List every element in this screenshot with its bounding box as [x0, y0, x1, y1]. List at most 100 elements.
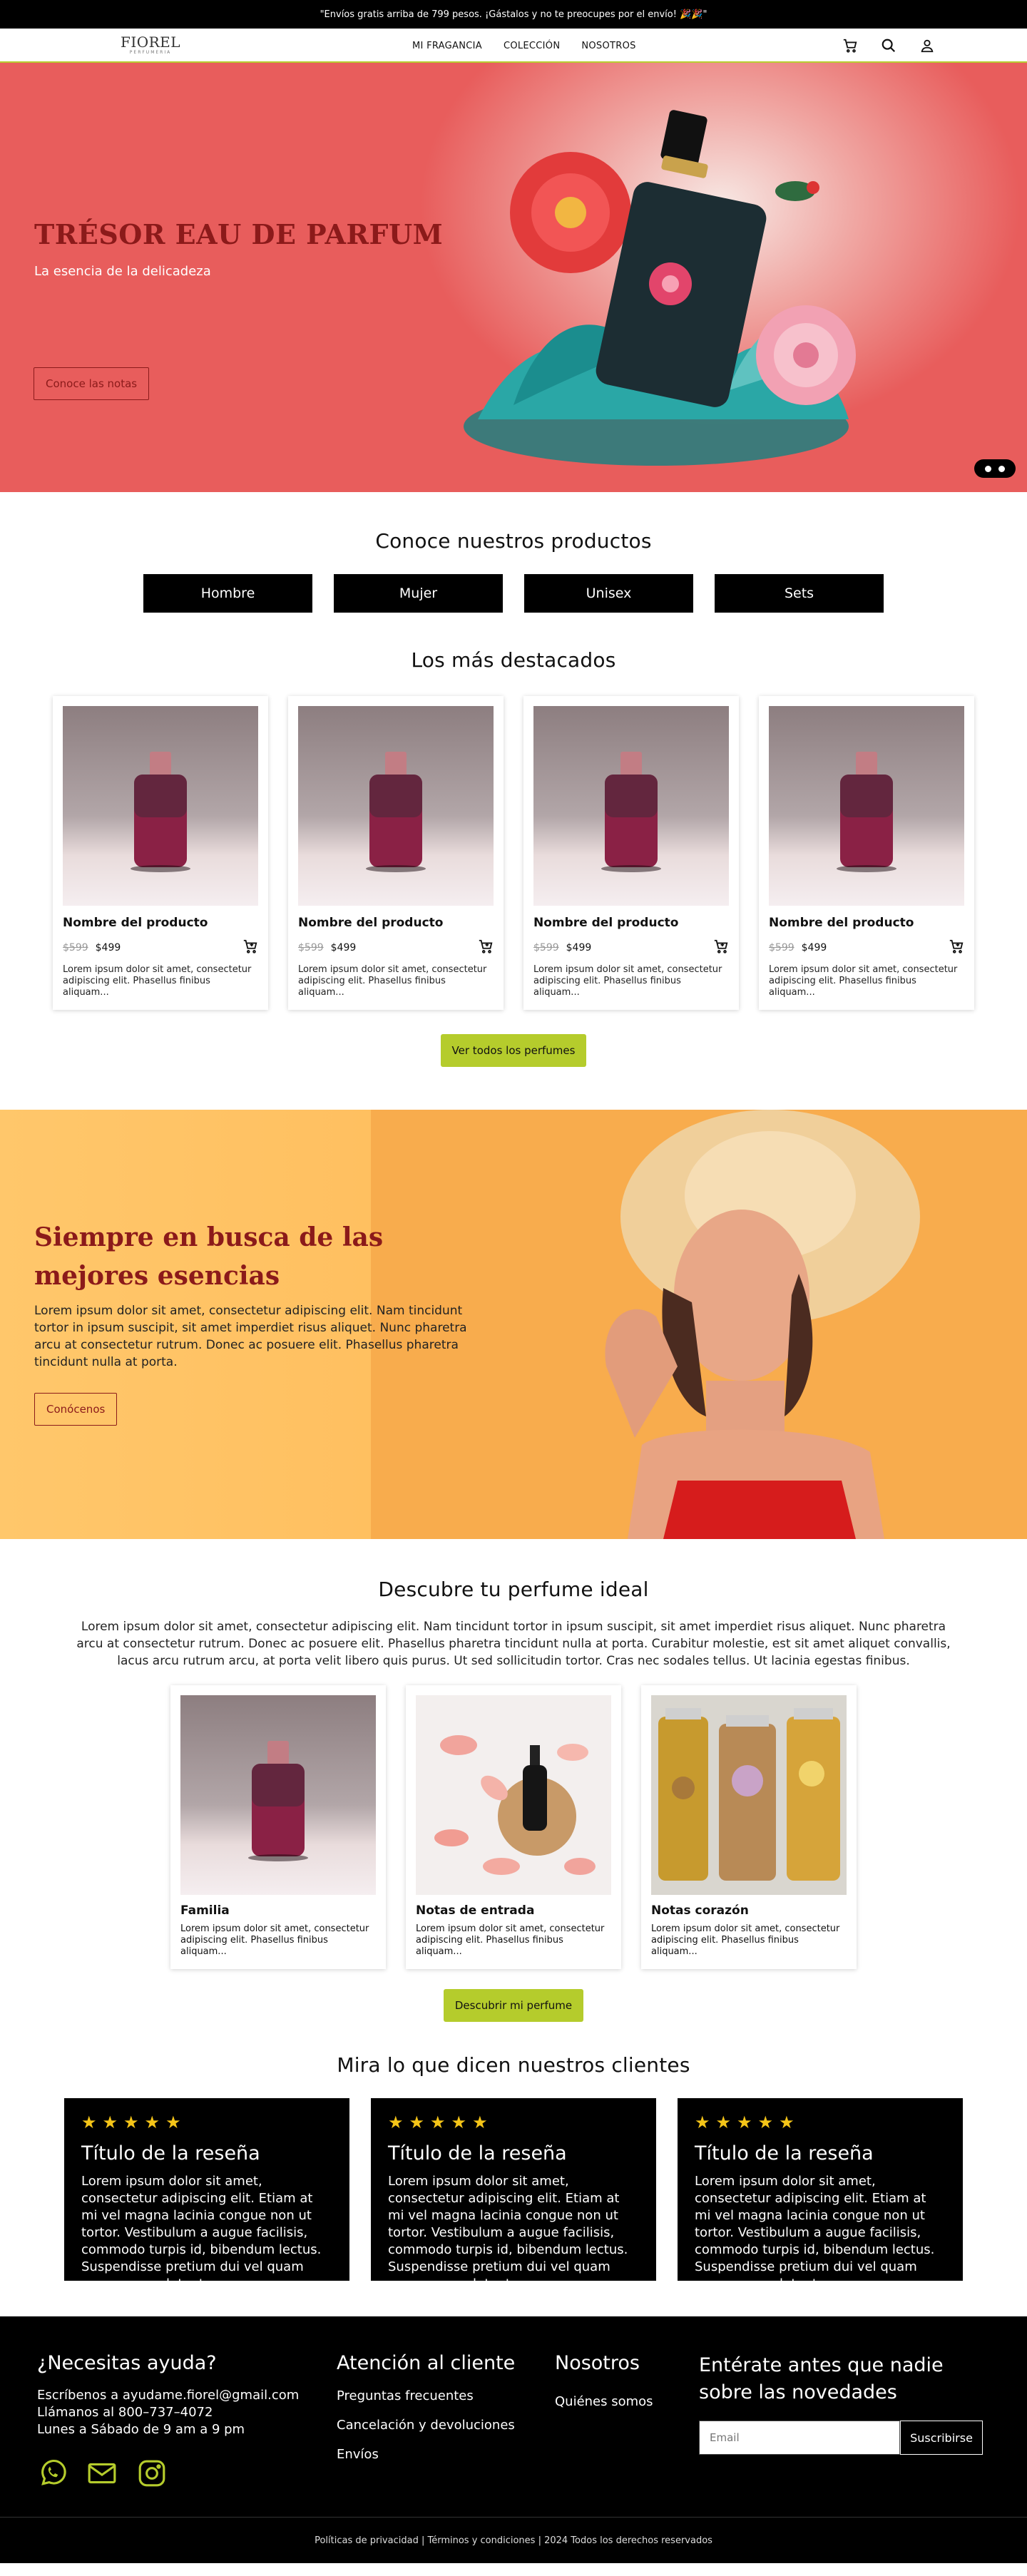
whatsapp-icon[interactable] — [37, 2458, 67, 2491]
product-name[interactable]: Nombre del producto — [769, 916, 964, 930]
promo-text: Lorem ipsum dolor sit amet, consectetur … — [34, 1304, 467, 1369]
brand-sub: PERFUMERIA — [129, 50, 172, 55]
review-card: ★★★★★ Título de la reseña Lorem ipsum do… — [678, 2098, 963, 2291]
category-unisex-button[interactable]: Unisex — [524, 574, 693, 613]
site-footer: ¿Necesitas ayuda? Escríbenos a ayudame.f… — [0, 2316, 1027, 2563]
price: $499 — [566, 942, 592, 954]
hero-tagline: La esencia de la delicadeza — [34, 264, 211, 279]
perfume-bottle-image — [63, 706, 258, 906]
newsletter-title: Entérate antes que nadie sobre las noved… — [699, 2354, 944, 2403]
category-hombre-button[interactable]: Hombre — [143, 574, 312, 613]
category-buttons: Hombre Mujer Unisex Sets — [0, 574, 1027, 613]
who-we-are-link[interactable]: Quiénes somos — [555, 2394, 653, 2409]
product-card[interactable]: Nombre del producto $599 $499 Lorem ipsu… — [288, 696, 504, 1010]
review-card: ★★★★★ Título de la reseña Lorem ipsum do… — [64, 2098, 349, 2291]
hero-banner: TRÉSOR EAU DE PARFUM La esencia de la de… — [0, 63, 1027, 492]
rose-petals-image — [416, 1695, 611, 1895]
add-to-cart-icon[interactable] — [949, 939, 964, 957]
product-card[interactable]: Nombre del producto $599 $499 Lorem ipsu… — [53, 696, 268, 1010]
featured-section: Los más destacados Nombre del producto $… — [0, 613, 1027, 1067]
categories-section: Conoce nuestros productos Hombre Mujer U… — [0, 492, 1027, 613]
add-to-cart-icon[interactable] — [242, 939, 258, 957]
product-name[interactable]: Nombre del producto — [63, 916, 258, 930]
footer-divider — [0, 2517, 1027, 2518]
discover-card-desc: Lorem ipsum dolor sit amet, consectetur … — [416, 1923, 605, 1957]
brand-logo[interactable]: FIOREL PERFUMERIA — [120, 34, 181, 55]
help-column: ¿Necesitas ayuda? Escríbenos a ayudame.f… — [37, 2352, 308, 2491]
about-column: Nosotros Quiénes somos — [555, 2352, 653, 2409]
review-title: Título de la reseña — [388, 2142, 567, 2164]
discover-card-notas-entrada[interactable]: Notas de entrada Lorem ipsum dolor sit a… — [406, 1685, 621, 1969]
site-header: FIOREL PERFUMERIA MI FRAGANCIA COLECCIÓN… — [0, 29, 1027, 63]
price: $499 — [95, 942, 121, 954]
star-rating-icon: ★★★★★ — [388, 2112, 494, 2132]
categories-title: Conoce nuestros productos — [375, 529, 652, 553]
reviews-section: Mira lo que dicen nuestros clientes ★★★★… — [0, 2022, 1027, 2291]
faq-link[interactable]: Preguntas frecuentes — [337, 2388, 515, 2403]
discover-card-title: Notas de entrada — [416, 1903, 535, 1918]
carousel-dot-1[interactable] — [985, 465, 991, 472]
review-text: Lorem ipsum dolor sit amet, consectetur … — [388, 2174, 628, 2291]
product-description: Lorem ipsum dolor sit amet, consectetur … — [769, 964, 958, 998]
discover-perfume-button[interactable]: Descubrir mi perfume — [443, 1989, 584, 2022]
legal-text[interactable]: Políticas de privacidad | Términos y con… — [0, 2535, 1027, 2546]
instagram-icon[interactable] — [137, 2458, 167, 2491]
perfume-bottle-image — [533, 706, 729, 906]
subscribe-button[interactable]: Suscribirse — [900, 2421, 983, 2455]
returns-link[interactable]: Cancelación y devoluciones — [337, 2418, 515, 2433]
reviews-title: Mira lo que dicen nuestros clientes — [337, 2053, 690, 2077]
view-all-perfumes-button[interactable]: Ver todos los perfumes — [440, 1034, 587, 1067]
help-email[interactable]: Escríbenos a ayudame.fiorel@gmail.com — [37, 2387, 308, 2404]
shipping-link[interactable]: Envíos — [337, 2447, 515, 2462]
price: $499 — [801, 942, 827, 954]
product-card[interactable]: Nombre del producto $599 $499 Lorem ipsu… — [523, 696, 739, 1010]
carousel-dots[interactable] — [974, 459, 1016, 478]
discover-card-notas-corazon[interactable]: Notas corazón Lorem ipsum dolor sit amet… — [641, 1685, 857, 1969]
discover-card-title: Familia — [180, 1903, 230, 1918]
user-icon[interactable] — [919, 37, 936, 54]
cart-icon[interactable] — [842, 37, 859, 54]
featured-title: Los más destacados — [411, 648, 616, 672]
nav-coleccion[interactable]: COLECCIÓN — [504, 41, 560, 51]
star-rating-icon: ★★★★★ — [81, 2112, 187, 2132]
search-icon[interactable] — [880, 37, 897, 54]
product-grid: Nombre del producto $599 $499 Lorem ipsu… — [0, 696, 1027, 1010]
service-column: Atención al cliente Preguntas frecuentes… — [337, 2352, 515, 2462]
nav-nosotros[interactable]: NOSOTROS — [581, 41, 635, 51]
brand-name: FIOREL — [120, 34, 181, 51]
newsletter-form: Suscribirse — [699, 2421, 998, 2455]
product-name[interactable]: Nombre del producto — [533, 916, 729, 930]
about-us-button[interactable]: Conócenos — [34, 1393, 118, 1426]
category-sets-button[interactable]: Sets — [715, 574, 884, 613]
review-text: Lorem ipsum dolor sit amet, consectetur … — [695, 2174, 935, 2291]
price: $499 — [330, 942, 357, 954]
price-row: $599 $499 — [298, 939, 494, 957]
perfume-bottle-image — [298, 706, 494, 906]
help-phone[interactable]: Llámanos al 800–737–4072 — [37, 2404, 308, 2421]
hero-cta-button[interactable]: Conoce las notas — [34, 367, 150, 400]
main-nav: MI FRAGANCIA COLECCIÓN NOSOTROS — [412, 29, 636, 63]
old-price: $599 — [769, 942, 794, 954]
help-title: ¿Necesitas ayuda? — [37, 2352, 217, 2374]
price-row: $599 $499 — [63, 939, 258, 957]
carousel-dot-2[interactable] — [998, 465, 1005, 472]
product-name[interactable]: Nombre del producto — [298, 916, 494, 930]
product-card[interactable]: Nombre del producto $599 $499 Lorem ipsu… — [759, 696, 974, 1010]
price-row: $599 $499 — [533, 939, 729, 957]
nav-mi-fragancia[interactable]: MI FRAGANCIA — [412, 41, 482, 51]
add-to-cart-icon[interactable] — [713, 939, 729, 957]
discover-card-familia[interactable]: Familia Lorem ipsum dolor sit amet, cons… — [170, 1685, 386, 1969]
review-title: Título de la reseña — [81, 2142, 260, 2164]
review-text: Lorem ipsum dolor sit amet, consectetur … — [81, 2174, 322, 2291]
discover-cards: Familia Lorem ipsum dolor sit amet, cons… — [0, 1685, 1027, 1969]
about-title: Nosotros — [555, 2352, 640, 2374]
discover-text: Lorem ipsum dolor sit amet, consectetur … — [76, 1620, 951, 1668]
category-mujer-button[interactable]: Mujer — [334, 574, 503, 613]
email-field[interactable] — [699, 2421, 900, 2455]
add-to-cart-icon[interactable] — [478, 939, 494, 957]
essence-jars-image — [651, 1695, 847, 1895]
social-links — [37, 2458, 308, 2491]
mail-icon[interactable] — [87, 2458, 117, 2491]
review-card: ★★★★★ Título de la reseña Lorem ipsum do… — [371, 2098, 656, 2291]
discover-card-desc: Lorem ipsum dolor sit amet, consectetur … — [651, 1923, 840, 1957]
